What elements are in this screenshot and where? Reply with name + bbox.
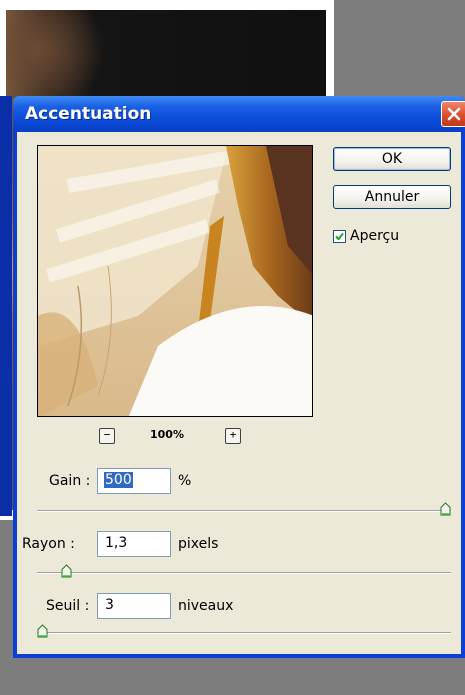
document-edge <box>0 96 12 516</box>
close-icon <box>447 107 461 121</box>
dialog-titlebar[interactable]: Accentuation <box>13 96 465 132</box>
dialog-body: − 100% + OK Annuler Aperçu Gain : 500 % <box>17 132 461 654</box>
zoom-in-button[interactable]: + <box>225 428 241 444</box>
dialog-title: Accentuation <box>25 104 152 124</box>
amount-slider-track[interactable] <box>37 502 451 516</box>
amount-label: Gain : <box>49 473 91 489</box>
zoom-in-icon: + <box>229 428 237 441</box>
threshold-slider-thumb[interactable] <box>37 624 48 638</box>
cancel-button[interactable]: Annuler <box>333 185 451 209</box>
threshold-value: 3 <box>105 597 114 613</box>
preview-checkbox[interactable] <box>333 230 346 243</box>
amount-field[interactable]: 500 <box>97 468 171 494</box>
unsharp-mask-dialog: Accentuation − 100% + OK Annuler Aperçu … <box>13 96 465 658</box>
zoom-level: 100% <box>150 428 184 441</box>
preview-image <box>38 146 312 416</box>
threshold-field[interactable]: 3 <box>97 593 171 619</box>
preview-label: Aperçu <box>350 228 400 244</box>
radius-slider-track[interactable] <box>37 564 451 578</box>
close-button[interactable] <box>441 101 465 127</box>
amount-unit: % <box>178 473 192 489</box>
ok-button[interactable]: OK <box>333 147 451 171</box>
amount-value: 500 <box>104 472 133 488</box>
threshold-slider-track[interactable] <box>37 624 451 638</box>
radius-field[interactable]: 1,3 <box>97 531 171 557</box>
radius-value: 1,3 <box>105 535 128 551</box>
checkmark-icon <box>335 232 344 241</box>
radius-unit: pixels <box>178 536 219 552</box>
radius-label: Rayon : <box>22 536 75 552</box>
amount-slider-thumb[interactable] <box>440 502 451 516</box>
threshold-unit: niveaux <box>178 598 234 614</box>
zoom-out-icon: − <box>103 428 111 441</box>
zoom-out-button[interactable]: − <box>99 428 115 444</box>
radius-slider-thumb[interactable] <box>61 564 72 578</box>
preview-window[interactable] <box>37 145 313 417</box>
zoom-controls: − 100% + <box>17 428 461 444</box>
threshold-label: Seuil : <box>46 598 90 614</box>
